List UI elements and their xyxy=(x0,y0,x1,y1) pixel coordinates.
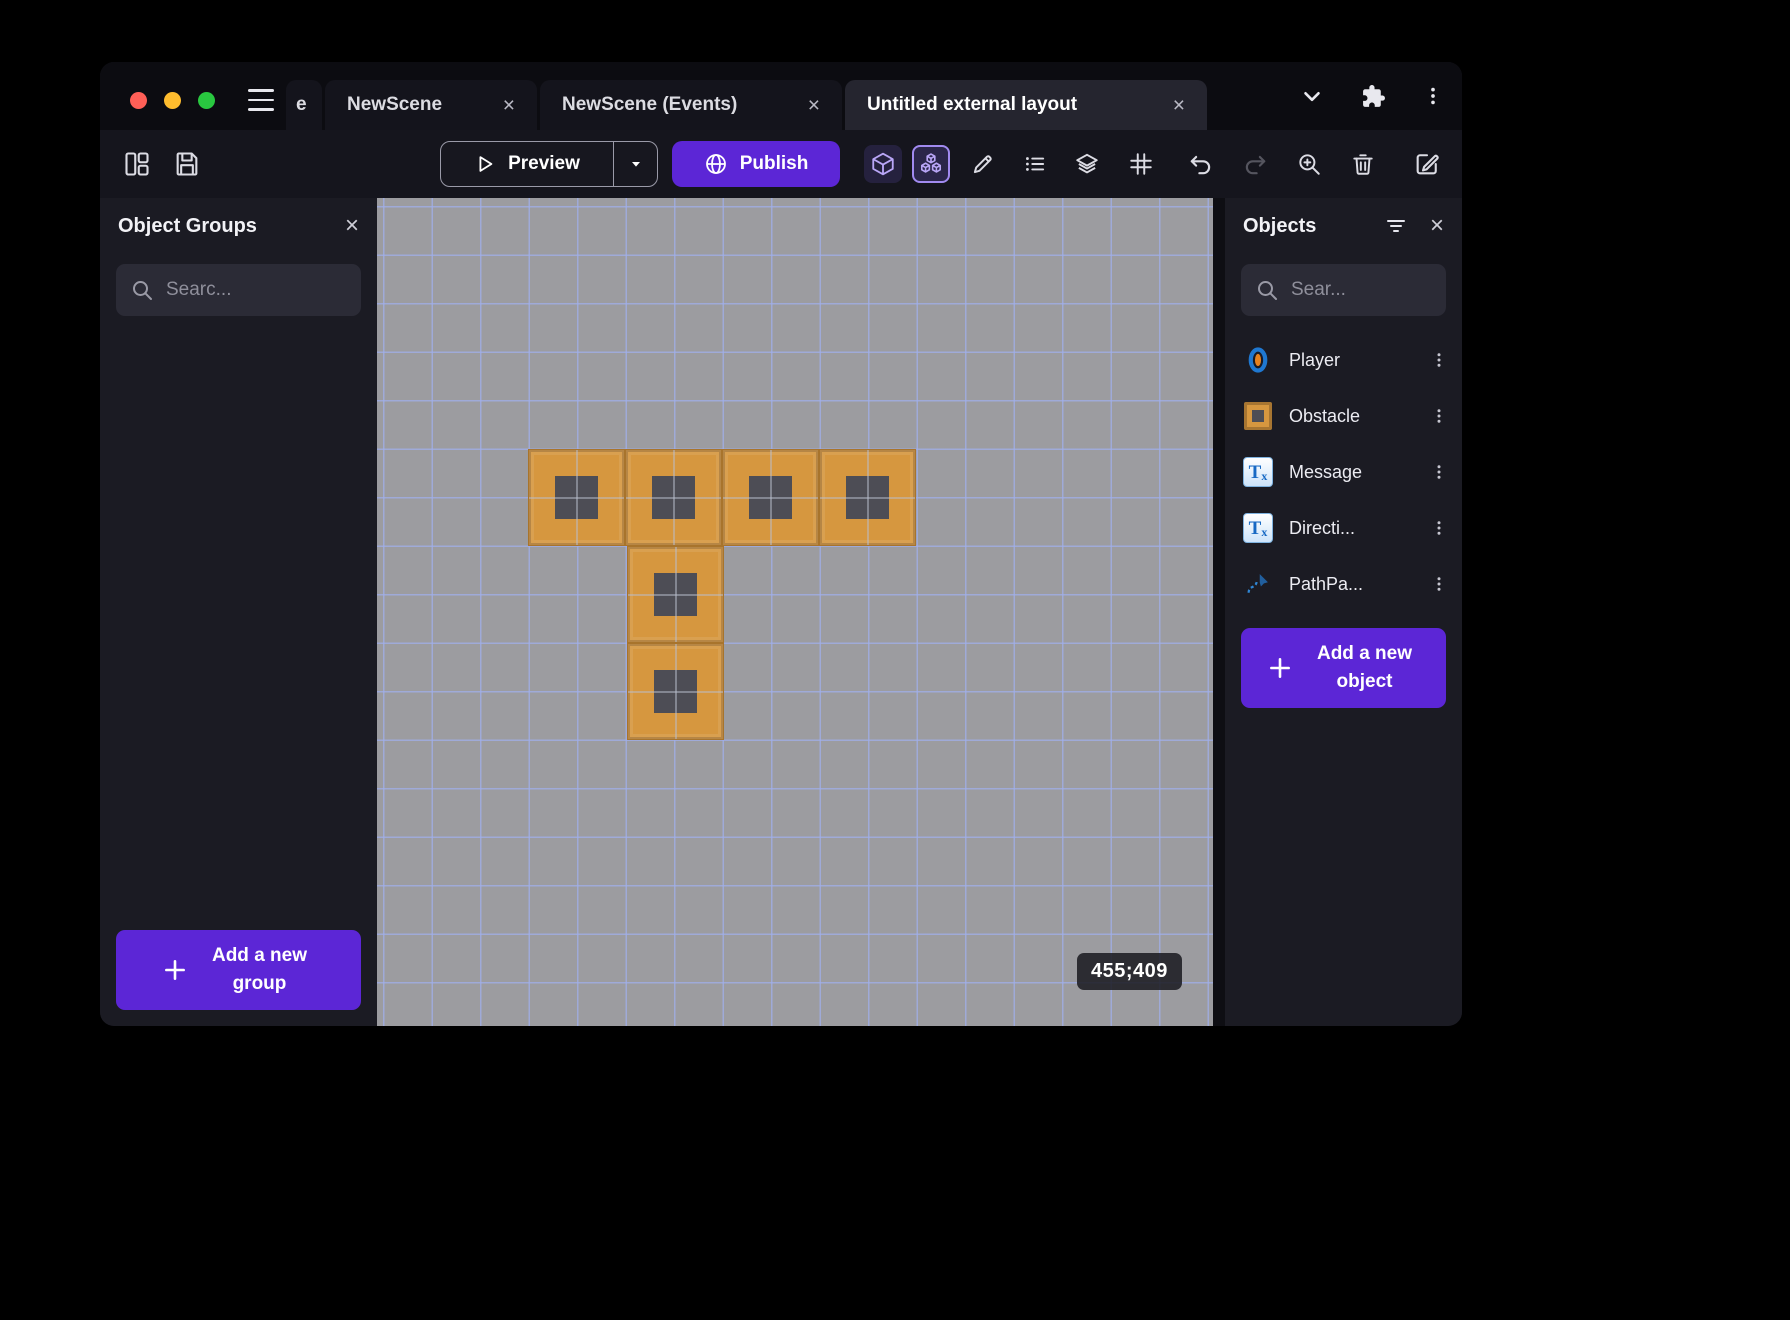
object-list: Player Obstacle Tx Message T x Directi..… xyxy=(1225,316,1462,612)
tab-label: e xyxy=(296,94,307,115)
zoom-in-icon[interactable] xyxy=(1294,149,1324,179)
object-search[interactable] xyxy=(1241,264,1446,316)
globe-icon xyxy=(704,152,728,176)
object-row-pathpaint[interactable]: PathPa... xyxy=(1225,556,1462,612)
project-manager-icon[interactable] xyxy=(122,149,152,179)
group-search-input[interactable] xyxy=(166,279,347,301)
layers-icon[interactable] xyxy=(1072,149,1102,179)
tab-partial[interactable]: e xyxy=(286,80,322,130)
redo-icon[interactable] xyxy=(1240,149,1270,179)
objects-panel: Objects × Playe xyxy=(1225,198,1462,1026)
preview-options-caret[interactable] xyxy=(613,142,657,186)
text-object-icon: Tx xyxy=(1243,513,1273,543)
object-menu-icon[interactable] xyxy=(1430,518,1448,538)
obstacle-tile[interactable] xyxy=(625,449,722,546)
object-name: Directi... xyxy=(1289,517,1356,538)
plus-icon xyxy=(162,957,188,983)
traffic-lights xyxy=(130,92,215,109)
group-search[interactable] xyxy=(116,264,361,316)
close-window-button[interactable] xyxy=(130,92,147,109)
cursor-coordinates-badge: 455;409 xyxy=(1077,953,1182,990)
play-icon xyxy=(474,153,496,175)
add-group-label: Add a new group xyxy=(211,945,307,994)
obstacle-tile[interactable] xyxy=(528,449,625,546)
object-search-input[interactable] xyxy=(1291,279,1432,301)
add-object-button[interactable]: Add a new object xyxy=(1241,628,1446,708)
group-list-empty xyxy=(100,316,377,914)
object-row-obstacle[interactable]: Obstacle xyxy=(1225,388,1462,444)
tab-newscene[interactable]: NewScene × xyxy=(325,80,537,130)
add-group-button[interactable]: Add a new group xyxy=(116,930,361,1010)
player-icon xyxy=(1243,345,1273,375)
instances-cubes-icon[interactable] xyxy=(912,145,950,183)
search-icon xyxy=(130,278,154,302)
object-menu-icon[interactable] xyxy=(1430,350,1448,370)
close-panel-icon[interactable]: × xyxy=(345,214,359,238)
obstacle-tile[interactable] xyxy=(627,643,724,740)
extensions-puzzle-icon[interactable] xyxy=(1361,84,1386,109)
object-name: Obstacle xyxy=(1289,405,1361,426)
obstacle-icon xyxy=(1243,401,1273,431)
obstacle-tile[interactable] xyxy=(819,449,916,546)
obstacle-tile[interactable] xyxy=(722,449,819,546)
save-icon[interactable] xyxy=(172,149,202,179)
editor-content: Object Groups × Add a new group 455;409 xyxy=(100,198,1462,1026)
kebab-menu-icon[interactable] xyxy=(1422,85,1444,107)
objects-title: Objects xyxy=(1243,214,1317,237)
minimize-window-button[interactable] xyxy=(164,92,181,109)
object-name: Message xyxy=(1289,461,1363,482)
object-row-directions[interactable]: Tx Directi... xyxy=(1225,500,1462,556)
object-menu-icon[interactable] xyxy=(1430,462,1448,482)
text-object-icon: Tx xyxy=(1243,457,1273,487)
chevron-down-icon[interactable] xyxy=(1299,83,1325,109)
edit-pencil-icon[interactable] xyxy=(968,149,998,179)
edit-scene-icon[interactable] xyxy=(1412,149,1442,179)
main-menu-icon[interactable] xyxy=(248,89,274,111)
tab-label: NewScene xyxy=(347,94,443,115)
add-object-label: Add a new object xyxy=(1316,643,1412,692)
object-menu-icon[interactable] xyxy=(1430,406,1448,426)
panel-divider xyxy=(1213,198,1225,1026)
tab-bar: e NewScene × NewScene (Events) × Untitle… xyxy=(286,80,1207,130)
zoom-window-button[interactable] xyxy=(198,92,215,109)
app-window: e NewScene × NewScene (Events) × Untitle… xyxy=(100,62,1462,1026)
tab-newscene-events[interactable]: NewScene (Events) × xyxy=(540,80,842,130)
close-tab-icon[interactable]: × xyxy=(503,95,515,116)
tab-label: NewScene (Events) xyxy=(562,94,738,115)
close-tab-icon[interactable]: × xyxy=(1173,95,1185,116)
search-icon xyxy=(1255,278,1279,302)
preview-label: Preview xyxy=(508,153,580,174)
object-groups-panel: Object Groups × Add a new group xyxy=(100,198,377,1026)
object-row-message[interactable]: Tx Message xyxy=(1225,444,1462,500)
object-groups-title: Object Groups xyxy=(118,214,257,237)
grid-icon[interactable] xyxy=(1126,149,1156,179)
object-row-player[interactable]: Player xyxy=(1225,332,1462,388)
close-panel-icon[interactable]: × xyxy=(1430,214,1444,238)
scene-canvas[interactable]: 455;409 xyxy=(377,198,1213,1026)
path-icon xyxy=(1243,569,1273,599)
tab-label: Untitled external layout xyxy=(867,94,1078,115)
plus-icon xyxy=(1267,655,1293,681)
trash-icon[interactable] xyxy=(1348,149,1378,179)
object-name: PathPa... xyxy=(1289,573,1364,594)
titlebar-actions xyxy=(1299,62,1444,130)
properties-list-icon[interactable] xyxy=(1020,149,1050,179)
publish-button[interactable]: Publish xyxy=(672,141,840,187)
filter-icon[interactable] xyxy=(1384,214,1408,238)
undo-icon[interactable] xyxy=(1186,149,1216,179)
preview-button[interactable]: Preview xyxy=(440,141,658,187)
titlebar: e NewScene × NewScene (Events) × Untitle… xyxy=(100,62,1462,130)
object-menu-icon[interactable] xyxy=(1430,574,1448,594)
obstacle-tile[interactable] xyxy=(627,546,724,643)
close-tab-icon[interactable]: × xyxy=(808,95,820,116)
tab-untitled-external-layout[interactable]: Untitled external layout × xyxy=(845,80,1207,130)
publish-label: Publish xyxy=(739,153,809,174)
toolbar: Preview Publish xyxy=(100,130,1462,198)
scene-cube-icon[interactable] xyxy=(864,145,902,183)
object-name: Player xyxy=(1289,349,1341,370)
